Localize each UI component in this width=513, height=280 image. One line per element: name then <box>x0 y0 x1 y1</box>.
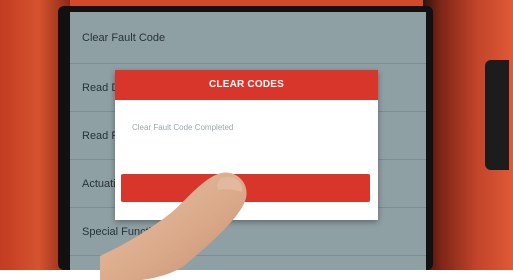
menu-item-label: Clear Fault Code <box>82 31 166 44</box>
device-side-button[interactable] <box>485 60 509 170</box>
dialog-message: Clear Fault Code Completed <box>132 123 234 132</box>
dialog-title: CLEAR CODES <box>115 70 378 100</box>
menu-item-clear-fault-code[interactable]: Clear Fault Code <box>70 12 426 64</box>
pointing-finger <box>100 172 247 280</box>
